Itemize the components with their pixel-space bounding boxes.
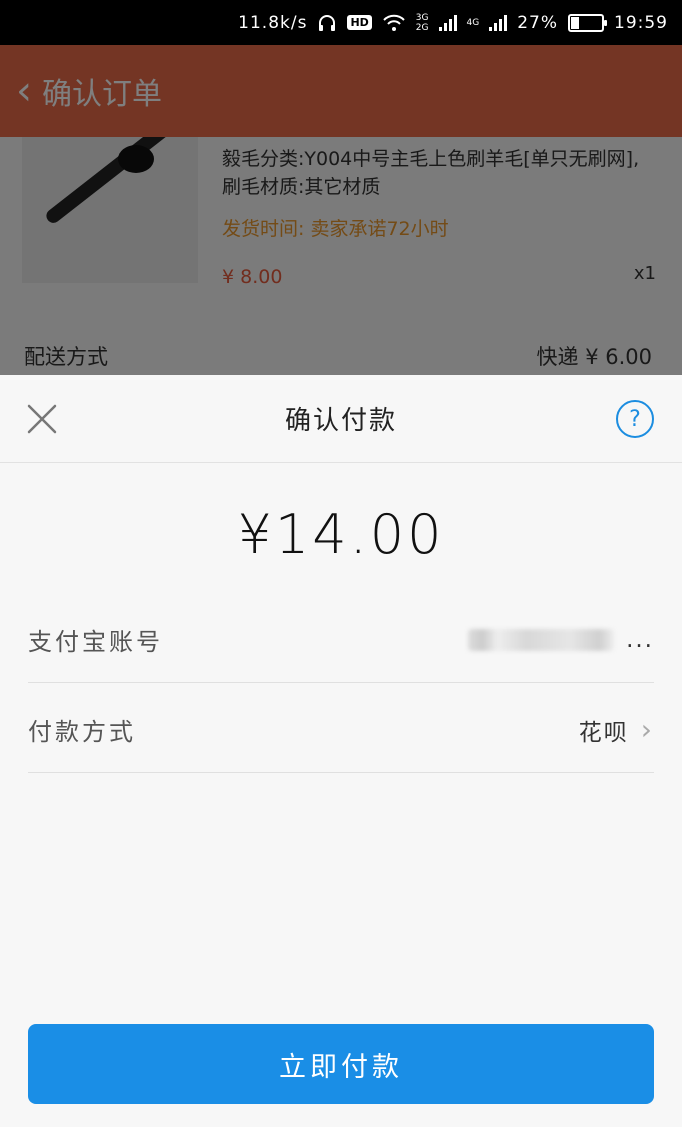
method-label: 付款方式 (28, 718, 136, 746)
headphones-icon (317, 14, 337, 32)
method-value-text: 花呗 (578, 719, 629, 746)
chevron-right-icon: › (640, 713, 654, 746)
close-button[interactable] (24, 401, 60, 437)
network-speed: 11.8k/s (238, 12, 308, 33)
battery-percent: 27% (517, 12, 558, 33)
alipay-account-row: 支付宝账号 ... (28, 597, 654, 683)
network-4g: 4G (466, 17, 480, 28)
account-value: ... (468, 627, 654, 653)
clock: 19:59 (614, 12, 668, 33)
payment-method-row[interactable]: 付款方式 花呗 › (28, 687, 654, 773)
pay-now-button[interactable]: 立即付款 (28, 1024, 654, 1104)
account-suffix: ... (626, 626, 654, 653)
sheet-header: 确认付款 ? (0, 375, 682, 463)
wifi-icon (382, 14, 406, 32)
modal-overlay[interactable] (0, 45, 682, 375)
close-icon (27, 404, 57, 434)
status-bar: 11.8k/s HD 3G 2G 4G 27% 19:59 (0, 0, 682, 45)
account-label: 支付宝账号 (28, 628, 163, 656)
hd-badge: HD (347, 15, 372, 30)
signal-icon (438, 14, 457, 31)
payment-sheet: 确认付款 ? ¥14.00 支付宝账号 ... 付款方式 花呗 › 立即付款 (0, 375, 682, 1127)
network-3g-2g: 3G 2G (415, 12, 429, 33)
help-icon: ? (629, 406, 641, 432)
sheet-title: 确认付款 (284, 406, 397, 436)
account-masked (468, 628, 615, 651)
order-page-background: ‹ 确认订单 毅毛分类:Y004中号主毛上色刷羊毛[单只无刷网],刷毛材质:其它… (0, 45, 682, 375)
help-button[interactable]: ? (616, 400, 654, 438)
signal-icon-2 (489, 14, 508, 31)
battery-icon (568, 13, 607, 32)
payment-amount: ¥14.00 (237, 503, 445, 566)
method-value: 花呗 › (579, 713, 654, 747)
